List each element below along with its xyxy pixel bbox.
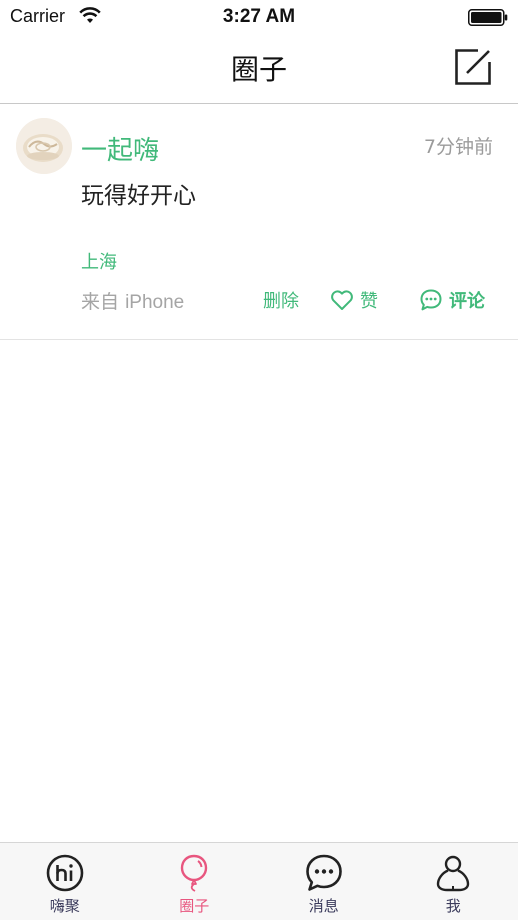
comment-icon <box>420 289 442 311</box>
source-prefix: 来自 <box>81 291 120 313</box>
avatar[interactable] <box>16 118 72 174</box>
person-icon <box>437 855 470 892</box>
like-label: 赞 <box>360 291 378 312</box>
tab-label: 消息 <box>308 897 339 915</box>
tab-hi-gathering[interactable]: 嗨聚 <box>0 843 130 920</box>
post-source: 来自 iPhone <box>81 287 184 314</box>
like-button[interactable]: 赞 <box>330 287 378 313</box>
tab-bar: 嗨聚 圈子 消息 我 <box>0 842 518 920</box>
tab-label: 我 <box>445 897 461 915</box>
tab-circle[interactable]: 圈子 <box>130 843 260 920</box>
tab-me[interactable]: 我 <box>389 843 518 920</box>
hi-icon <box>46 854 84 892</box>
source-device: iPhone <box>125 292 185 313</box>
tab-messages[interactable]: 消息 <box>259 843 389 920</box>
post-location[interactable]: 上海 <box>81 248 117 274</box>
heart-icon <box>331 290 353 310</box>
comment-label: 评论 <box>449 291 485 312</box>
balloon-icon <box>181 854 208 892</box>
status-bar: Carrier 3:27 AM <box>0 0 518 34</box>
post-timestamp: 7分钟前 <box>423 136 493 158</box>
battery-icon <box>468 9 508 26</box>
post-card: 一起嗨 7分钟前 玩得好开心 上海 来自 iPhone 删除 赞 评论 <box>0 104 518 340</box>
navigation-bar: 圈子 <box>0 34 518 104</box>
comment-button[interactable]: 评论 <box>419 287 485 313</box>
delete-button[interactable]: 删除 <box>263 287 299 313</box>
tab-label: 嗨聚 <box>49 897 80 915</box>
compose-icon[interactable] <box>454 48 492 86</box>
page-title: 圈子 <box>230 53 287 86</box>
avatar-image <box>16 118 72 174</box>
tab-label: 圈子 <box>179 897 210 915</box>
post-username[interactable]: 一起嗨 <box>81 130 159 167</box>
chat-bubble-icon <box>305 854 342 891</box>
post-content: 玩得好开心 <box>81 183 196 209</box>
clock: 3:27 AM <box>222 6 296 27</box>
